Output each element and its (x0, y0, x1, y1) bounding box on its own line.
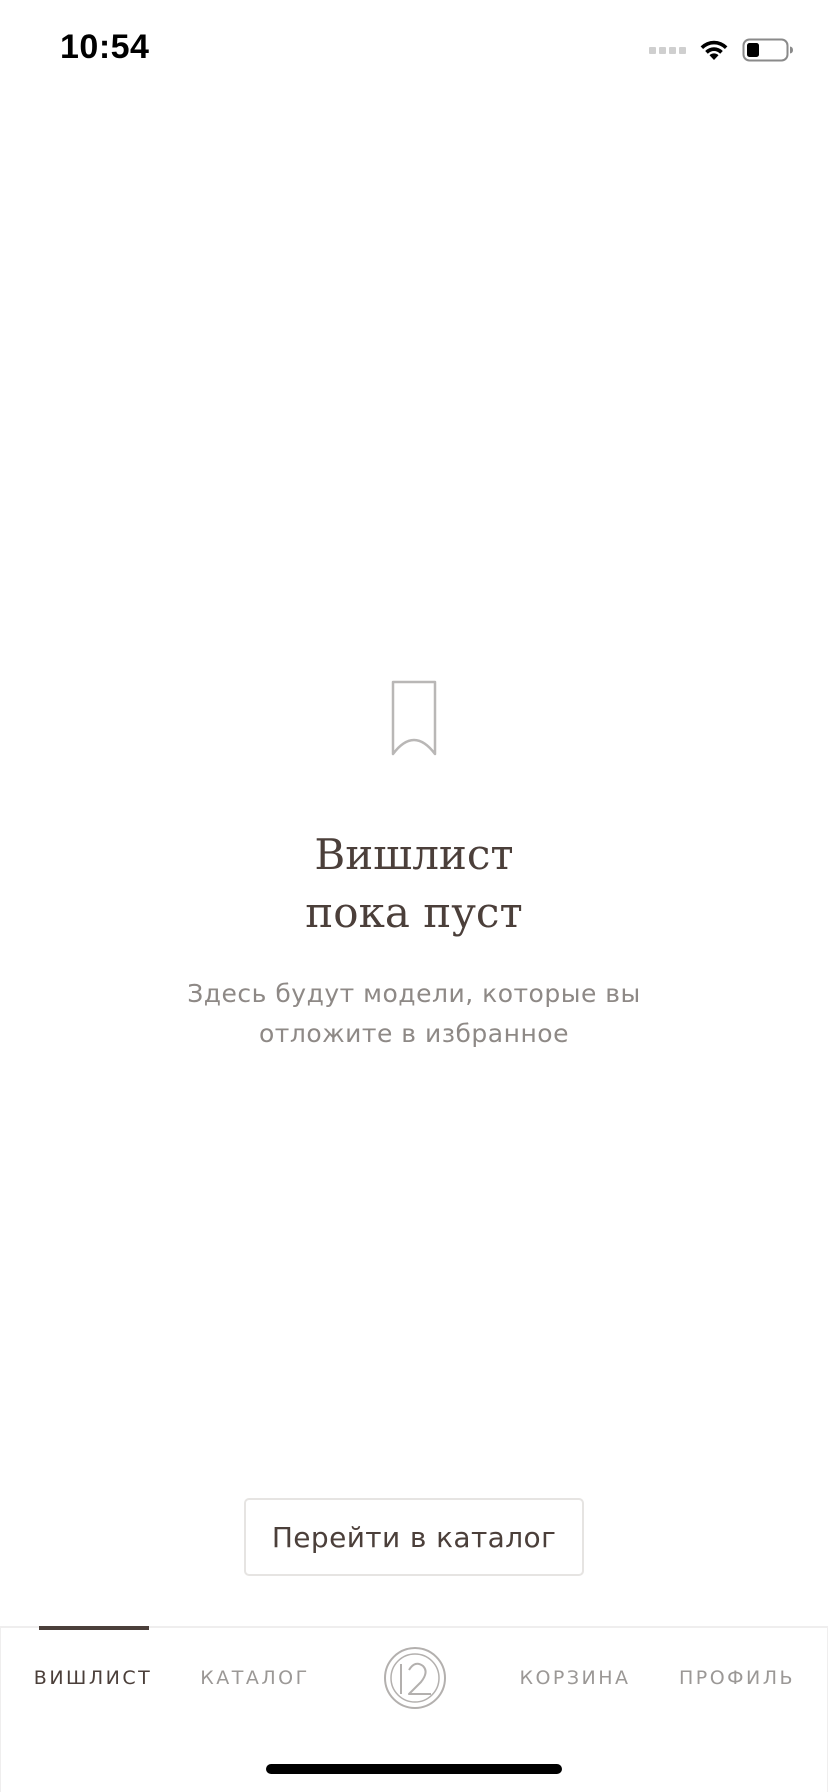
empty-state-title-line2: пока пуст (305, 888, 523, 937)
tab-wishlist[interactable]: ВИШЛИСТ (31, 1628, 155, 1728)
status-bar: 10:54 (0, 0, 828, 100)
brand-logo-icon (384, 1647, 446, 1709)
go-to-catalog-button[interactable]: Перейти в каталог (244, 1498, 584, 1576)
tab-home-logo[interactable] (375, 1628, 455, 1728)
empty-state-subtitle-line1: Здесь будут модели, которые вы (187, 979, 641, 1008)
bookmark-icon (391, 680, 437, 756)
battery-icon (742, 38, 793, 62)
tab-catalog[interactable]: КАТАЛОГ (197, 1628, 313, 1728)
wifi-icon (700, 40, 728, 60)
empty-state-subtitle: Здесь будут модели, которые вы отложите … (0, 974, 828, 1054)
status-indicators (649, 34, 794, 66)
empty-state-title: Вишлист пока пуст (0, 826, 828, 942)
empty-state-subtitle-line2: отложите в избранное (259, 1019, 569, 1048)
cellular-signal-icon (649, 46, 686, 54)
empty-state-title-line1: Вишлист (314, 830, 514, 879)
home-indicator[interactable] (266, 1764, 562, 1774)
tab-profile[interactable]: ПРОФИЛЬ (677, 1628, 797, 1728)
tab-cart[interactable]: КОРЗИНА (519, 1628, 629, 1728)
status-time: 10:54 (60, 28, 150, 66)
